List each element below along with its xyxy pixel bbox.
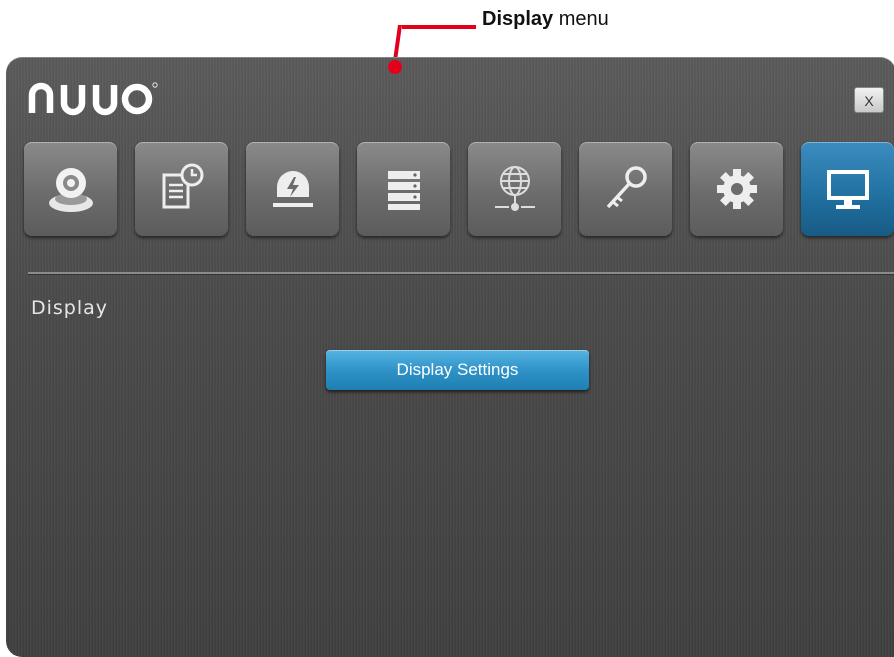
- section-title: Display: [31, 297, 109, 319]
- callout-label: Display menu: [482, 8, 609, 30]
- tab-network[interactable]: [468, 142, 561, 236]
- callout-line: [402, 25, 476, 29]
- tab-schedule[interactable]: [135, 142, 228, 236]
- storage-icon: [387, 171, 420, 210]
- close-button[interactable]: X: [854, 87, 884, 113]
- display-settings-button[interactable]: Display Settings: [326, 350, 589, 390]
- divider: [28, 272, 894, 275]
- tab-camera[interactable]: [24, 142, 117, 236]
- schedule-log-icon: [162, 163, 203, 209]
- network-icon: [494, 166, 535, 211]
- tab-key[interactable]: [579, 142, 672, 236]
- gear-icon: [716, 169, 757, 209]
- tab-storage[interactable]: [357, 142, 450, 236]
- monitor-icon: [826, 170, 869, 209]
- alarm-icon: [272, 171, 313, 207]
- tab-alarm[interactable]: [246, 142, 339, 236]
- settings-window: X Display Display Settings: [6, 57, 894, 657]
- key-icon: [606, 166, 647, 209]
- tab-settings[interactable]: [690, 142, 783, 236]
- tab-display[interactable]: [801, 142, 894, 236]
- callout-dot: [388, 60, 402, 74]
- camera-icon: [48, 168, 93, 212]
- nuuo-logo: [28, 82, 158, 116]
